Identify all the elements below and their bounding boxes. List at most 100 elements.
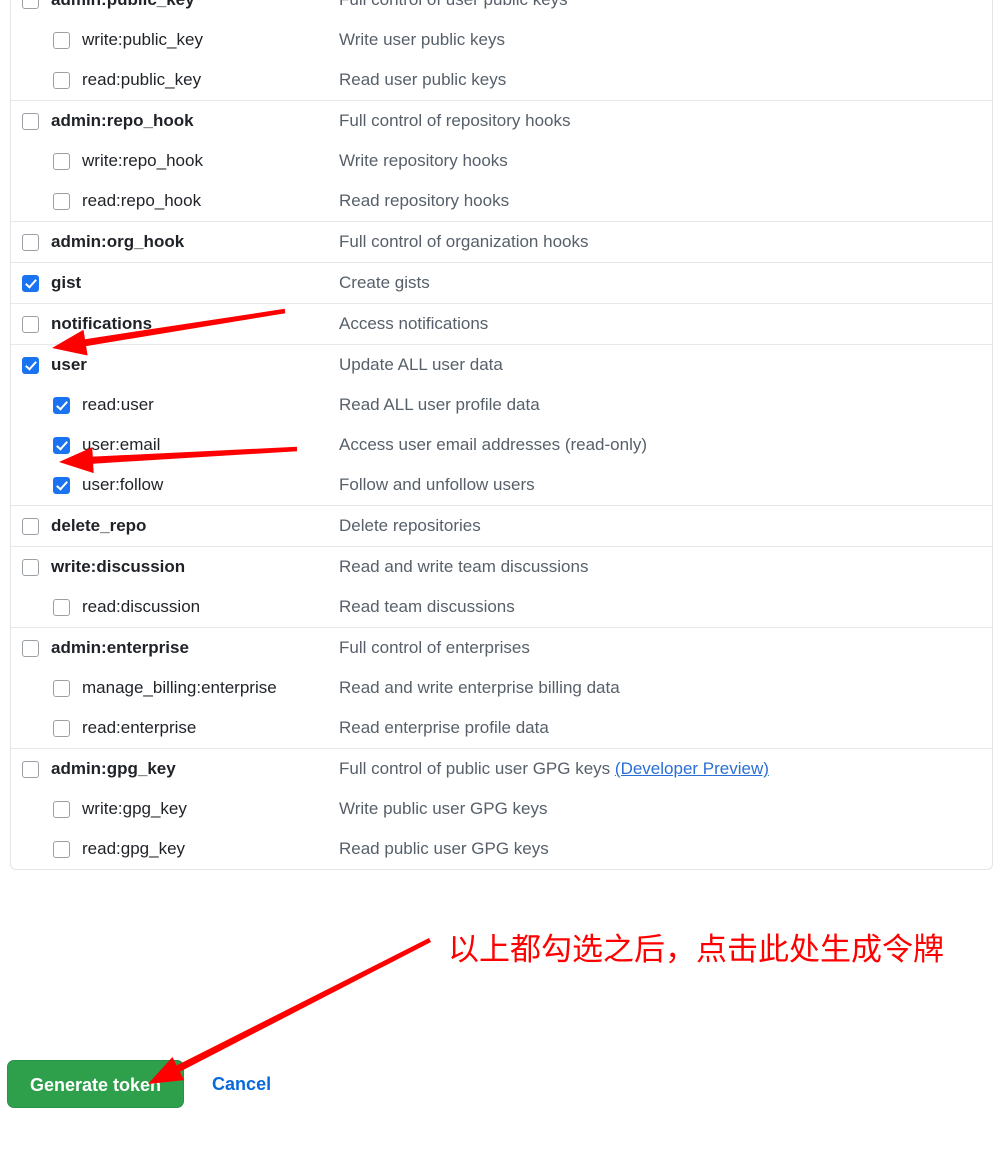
scope-description: Full control of repository hooks (339, 111, 571, 131)
scope-row[interactable]: user:email Access user email addresses (r… (11, 425, 992, 465)
scope-description-text: Read and write team discussions (339, 557, 589, 576)
checkbox-user[interactable] (22, 356, 39, 374)
checkbox-notifications[interactable] (22, 315, 39, 333)
developer-preview-link[interactable]: (Developer Preview) (615, 759, 769, 778)
scope-row[interactable]: write:gpg_key Write public user GPG keys (11, 789, 992, 829)
checkbox-read:enterprise[interactable] (53, 719, 70, 737)
scope-description-text: Full control of user public keys (339, 0, 568, 9)
scope-group: admin:enterprise Full control of enterpri… (11, 628, 992, 749)
checkbox-admin:org_hook[interactable] (22, 233, 39, 251)
scope-description-text: Read team discussions (339, 597, 515, 616)
scope-row[interactable]: read:repo_hook Read repository hooks (11, 181, 992, 221)
scope-row-user:email[interactable]: user:email Access user email addresses (r… (11, 425, 992, 465)
checkbox-admin:repo_hook[interactable] (22, 112, 39, 130)
scope-description-text: Follow and unfollow users (339, 475, 535, 494)
scope-row-read:public_key[interactable]: read:public_key Read user public keys (11, 60, 992, 100)
scope-description: Follow and unfollow users (339, 475, 535, 495)
checkbox-admin:enterprise[interactable] (22, 639, 39, 657)
checkbox-write:gpg_key[interactable] (53, 800, 70, 818)
scope-description: Full control of organization hooks (339, 232, 588, 252)
scope-group: delete_repo Delete repositories (11, 506, 992, 547)
scope-group: admin:gpg_key Full control of public user… (11, 749, 992, 869)
scope-row[interactable]: notifications Access notifications (11, 304, 992, 344)
scope-row-admin:gpg_key[interactable]: admin:gpg_key Full control of public user… (11, 749, 992, 789)
scope-row[interactable]: admin:enterprise Full control of enterpri… (11, 628, 992, 668)
scope-name-label: write:repo_hook (82, 151, 203, 170)
scope-description-text: Write repository hooks (339, 151, 508, 170)
scopes-panel: admin:public_key Full control of user pub… (10, 0, 993, 870)
scope-row[interactable]: admin:public_key Full control of user pub… (11, 0, 992, 20)
checkbox-read:gpg_key[interactable] (53, 840, 70, 858)
scope-row-notifications[interactable]: notifications Access notifications (11, 304, 992, 344)
scope-row[interactable]: delete_repo Delete repositories (11, 506, 992, 546)
scope-row-delete_repo[interactable]: delete_repo Delete repositories (11, 506, 992, 546)
checkbox-manage_billing:enterprise[interactable] (53, 679, 70, 697)
scope-name-label: admin:org_hook (51, 232, 185, 251)
scope-name-label: manage_billing:enterprise (82, 678, 277, 697)
scope-description: Delete repositories (339, 516, 481, 536)
scope-group: write:discussion Read and write team disc… (11, 547, 992, 628)
scope-name-label: user:follow (82, 475, 164, 494)
scope-name-label: delete_repo (51, 516, 147, 535)
scope-group: user Update ALL user data read:user Read AL… (11, 345, 992, 506)
scope-description-text: Delete repositories (339, 516, 481, 535)
generate-token-button[interactable]: Generate token (7, 1060, 185, 1108)
scope-row-admin:repo_hook[interactable]: admin:repo_hook Full control of repositor… (11, 101, 992, 141)
scope-row[interactable]: read:discussion Read team discussions (11, 587, 992, 627)
scope-name-label: admin:enterprise (51, 638, 189, 657)
scope-row-user[interactable]: user Update ALL user data (11, 345, 992, 385)
scope-row-write:discussion[interactable]: write:discussion Read and write team disc… (11, 547, 992, 587)
scope-row[interactable]: read:enterprise Read enterprise profile d… (11, 708, 992, 748)
scope-row[interactable]: write:repo_hook Write repository hooks (11, 141, 992, 181)
scope-row[interactable]: read:public_key Read user public keys (11, 60, 992, 100)
scope-row[interactable]: manage_billing:enterprise Read and write … (11, 668, 992, 708)
checkbox-read:repo_hook[interactable] (53, 192, 70, 210)
scope-row[interactable]: user:follow Follow and unfollow users (11, 465, 992, 505)
scope-row[interactable]: read:user Read ALL user profile data (11, 385, 992, 425)
checkbox-admin:public_key[interactable] (22, 0, 39, 9)
scope-description: Update ALL user data (339, 355, 503, 375)
scope-description: Read and write team discussions (339, 557, 588, 577)
scope-row[interactable]: admin:repo_hook Full control of repositor… (11, 101, 992, 141)
scope-row-admin:org_hook[interactable]: admin:org_hook Full control of organizati… (11, 222, 992, 262)
scope-description: Full control of user public keys (339, 0, 568, 10)
checkbox-write:discussion[interactable] (22, 558, 39, 576)
scope-row[interactable]: admin:org_hook Full control of organizati… (11, 222, 992, 262)
scope-row-read:repo_hook[interactable]: read:repo_hook Read repository hooks (11, 181, 992, 221)
checkbox-write:repo_hook[interactable] (53, 152, 70, 170)
scope-name-label: user (51, 355, 87, 374)
checkbox-gist[interactable] (22, 274, 39, 292)
scope-row[interactable]: write:discussion Read and write team disc… (11, 547, 992, 587)
cancel-link[interactable]: Cancel (212, 1074, 271, 1095)
scope-row-read:user[interactable]: read:user Read ALL user profile data (11, 385, 992, 425)
checkbox-delete_repo[interactable] (22, 517, 39, 535)
scope-name-label: notifications (51, 314, 153, 333)
scope-row-write:repo_hook[interactable]: write:repo_hook Write repository hooks (11, 141, 992, 181)
scope-row-read:gpg_key[interactable]: read:gpg_key Read public user GPG keys (11, 829, 992, 869)
scope-description: Write public user GPG keys (339, 799, 547, 819)
checkbox-read:user[interactable] (53, 396, 70, 414)
scope-row-read:enterprise[interactable]: read:enterprise Read enterprise profile d… (11, 708, 992, 748)
form-actions: Generate token Cancel (7, 1060, 271, 1108)
scope-row-admin:enterprise[interactable]: admin:enterprise Full control of enterpri… (11, 628, 992, 668)
scope-row[interactable]: gist Create gists (11, 263, 992, 303)
scope-row[interactable]: admin:gpg_key Full control of public user… (11, 749, 992, 789)
scope-row[interactable]: read:gpg_key Read public user GPG keys (11, 829, 992, 869)
checkbox-write:public_key[interactable] (53, 31, 70, 49)
scope-group: admin:public_key Full control of user pub… (11, 0, 992, 101)
scope-row-user:follow[interactable]: user:follow Follow and unfollow users (11, 465, 992, 505)
checkbox-admin:gpg_key[interactable] (22, 760, 39, 778)
scope-row-write:gpg_key[interactable]: write:gpg_key Write public user GPG keys (11, 789, 992, 829)
scope-row-manage_billing:enterprise[interactable]: manage_billing:enterprise Read and write … (11, 668, 992, 708)
scope-row-read:discussion[interactable]: read:discussion Read team discussions (11, 587, 992, 627)
checkbox-read:public_key[interactable] (53, 71, 70, 89)
checkbox-read:discussion[interactable] (53, 598, 70, 616)
scope-row[interactable]: user Update ALL user data (11, 345, 992, 385)
scope-name-label: write:public_key (82, 30, 203, 49)
scope-row[interactable]: write:public_key Write user public keys (11, 20, 992, 60)
scope-row-admin:public_key[interactable]: admin:public_key Full control of user pub… (11, 0, 992, 20)
scope-row-gist[interactable]: gist Create gists (11, 263, 992, 303)
scope-row-write:public_key[interactable]: write:public_key Write user public keys (11, 20, 992, 60)
checkbox-user:email[interactable] (53, 436, 70, 454)
checkbox-user:follow[interactable] (53, 476, 70, 494)
